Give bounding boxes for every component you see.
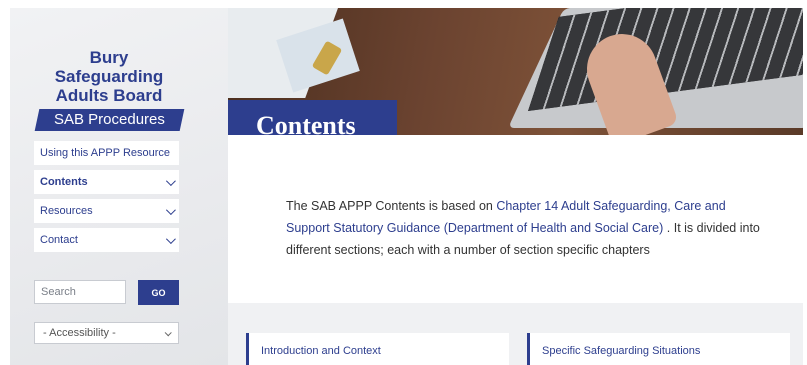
sidebar-nav: Using this APPP Resource Contents Resour… bbox=[34, 141, 179, 257]
search-input[interactable] bbox=[34, 280, 126, 304]
chevron-down-icon[interactable] bbox=[165, 175, 176, 186]
nav-item-label: Contents bbox=[40, 176, 88, 188]
intro-text-before: The SAB APPP Contents is based on bbox=[286, 198, 497, 213]
nav-item-label: Contact bbox=[40, 234, 78, 246]
section-cards: Introduction and Context Specific Safegu… bbox=[228, 303, 803, 365]
nav-item-using-resource[interactable]: Using this APPP Resource bbox=[34, 141, 179, 165]
logo-line-1: Bury Safeguarding bbox=[54, 48, 164, 86]
logo-band-text: SAB Procedures bbox=[53, 111, 165, 128]
logo-band: SAB Procedures bbox=[34, 109, 184, 131]
main-content: The SAB APPP Contents is based on Chapte… bbox=[228, 135, 803, 304]
chevron-down-icon[interactable] bbox=[165, 204, 176, 215]
section-card-label: Specific Safeguarding Situations bbox=[542, 345, 701, 357]
chevron-down-icon bbox=[164, 328, 172, 336]
page-frame: Bury Safeguarding Adults Board SAB Proce… bbox=[10, 8, 803, 365]
accessibility-select[interactable]: - Accessibility - bbox=[34, 322, 179, 344]
nav-item-contact[interactable]: Contact bbox=[34, 228, 179, 252]
nav-item-resources[interactable]: Resources bbox=[34, 199, 179, 223]
site-logo[interactable]: Bury Safeguarding Adults Board SAB Proce… bbox=[34, 48, 184, 131]
section-card-introduction[interactable]: Introduction and Context bbox=[246, 333, 509, 365]
section-card-specific-situations[interactable]: Specific Safeguarding Situations bbox=[527, 333, 790, 365]
nav-item-contents[interactable]: Contents bbox=[34, 170, 179, 194]
logo-line-2: Adults Board bbox=[55, 86, 163, 105]
page-title: Contents bbox=[228, 100, 397, 135]
hero-banner: Contents bbox=[228, 8, 803, 135]
chevron-down-icon[interactable] bbox=[165, 233, 176, 244]
accessibility-select-value: - Accessibility - bbox=[43, 327, 116, 339]
intro-paragraph: The SAB APPP Contents is based on Chapte… bbox=[286, 195, 761, 261]
section-card-label: Introduction and Context bbox=[261, 345, 381, 357]
nav-item-label: Resources bbox=[40, 205, 93, 217]
nav-item-label: Using this APPP Resource bbox=[40, 147, 171, 159]
sidebar: Bury Safeguarding Adults Board SAB Proce… bbox=[10, 8, 228, 365]
search-go-button[interactable]: GO bbox=[138, 280, 179, 305]
